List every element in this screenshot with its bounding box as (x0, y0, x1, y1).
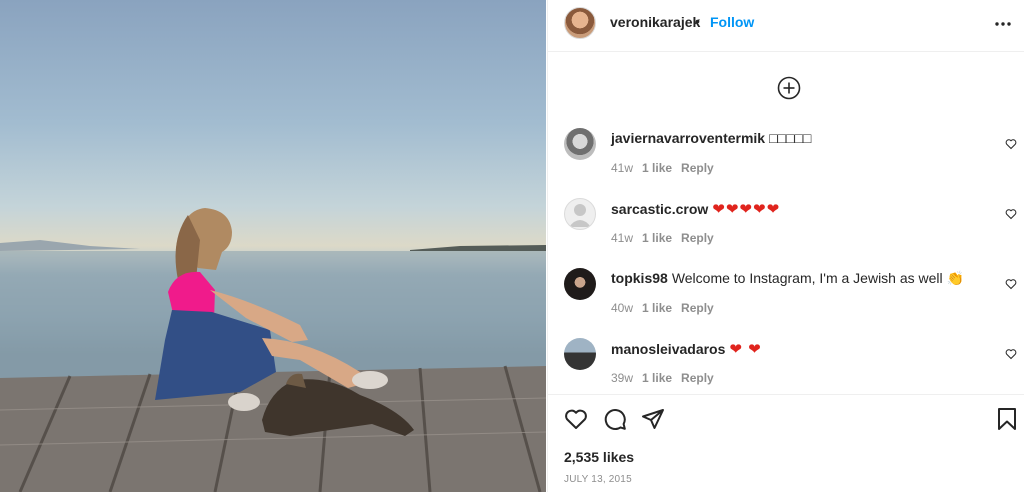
bookmark-icon[interactable] (995, 407, 1019, 431)
heart-icon[interactable] (1005, 208, 1017, 220)
post-side-panel: veronikarajek • Follow javiernavarrovent… (547, 0, 1024, 492)
reply-button[interactable]: Reply (681, 231, 714, 245)
commenter-avatar[interactable] (564, 198, 596, 230)
reply-button[interactable]: Reply (681, 301, 714, 315)
heart-icon[interactable] (1005, 278, 1017, 290)
comment-text: topkis98 Welcome to Instagram, I'm a Jewi… (611, 270, 964, 287)
photo-illustration (0, 208, 546, 492)
commenter-username[interactable]: javiernavarroventermik (611, 130, 765, 146)
heart-icon[interactable] (1005, 348, 1017, 360)
reply-button[interactable]: Reply (681, 371, 714, 385)
post-photo[interactable] (0, 0, 546, 492)
separator-dot: • (695, 13, 700, 29)
comment-text: manosleivadaros ❤ ❤ (611, 340, 762, 358)
comment-like-count[interactable]: 1 like (642, 301, 672, 315)
heart-icon[interactable] (564, 407, 588, 431)
comment-meta: 41w 1 like Reply (611, 231, 723, 245)
more-options-icon[interactable] (993, 14, 1013, 34)
comment-body: Welcome to Instagram, I'm a Jewish as we… (671, 270, 964, 286)
comment-item: sarcastic.crow ❤❤❤❤❤ 41w 1 like Reply (548, 198, 1024, 262)
commenter-avatar[interactable] (564, 128, 596, 160)
comment-body: □□□□□ (769, 130, 812, 146)
comment-body: ❤❤❤❤❤ (712, 201, 781, 218)
comment-icon[interactable] (603, 407, 627, 431)
comment-meta: 39w 1 like Reply (611, 371, 723, 385)
commenter-username[interactable]: topkis98 (611, 270, 668, 286)
comment-age[interactable]: 39w (611, 371, 633, 385)
comment-item: manosleivadaros ❤ ❤ 39w 1 like Reply (548, 338, 1024, 402)
comment-like-count[interactable]: 1 like (642, 231, 672, 245)
reply-button[interactable]: Reply (681, 161, 714, 175)
comment-meta: 40w 1 like Reply (611, 301, 723, 315)
commenter-username[interactable]: manosleivadaros (611, 341, 725, 357)
author-username[interactable]: veronikarajek (610, 14, 700, 30)
default-avatar-icon (569, 204, 591, 227)
comment-like-count[interactable]: 1 like (642, 161, 672, 175)
comment-meta: 41w 1 like Reply (611, 161, 723, 175)
comment-age[interactable]: 40w (611, 301, 633, 315)
comment-age[interactable]: 41w (611, 161, 633, 175)
comment-age[interactable]: 41w (611, 231, 633, 245)
commenter-avatar[interactable] (564, 338, 596, 370)
comment-text: javiernavarroventermik □□□□□ (611, 130, 811, 146)
comment-like-count[interactable]: 1 like (642, 371, 672, 385)
post-actions (548, 394, 1024, 444)
author-avatar[interactable] (564, 7, 596, 39)
commenter-username[interactable]: sarcastic.crow (611, 201, 708, 217)
add-circle-icon[interactable] (777, 76, 801, 100)
commenter-avatar[interactable] (564, 268, 596, 300)
comment-item: javiernavarroventermik □□□□□ 41w 1 like Rep… (548, 128, 1024, 192)
heart-icon[interactable] (1005, 138, 1017, 150)
send-icon[interactable] (641, 407, 665, 431)
comment-text: sarcastic.crow ❤❤❤❤❤ (611, 200, 780, 218)
comment-body: ❤ ❤ (729, 341, 762, 358)
likes-count[interactable]: 2,535 likes (564, 449, 634, 465)
post-header: veronikarajek • Follow (548, 0, 1024, 52)
comment-item: topkis98 Welcome to Instagram, I'm a Jewi… (548, 268, 1024, 332)
post-date[interactable]: JULY 13, 2015 (564, 474, 632, 485)
follow-button[interactable]: Follow (710, 14, 754, 30)
